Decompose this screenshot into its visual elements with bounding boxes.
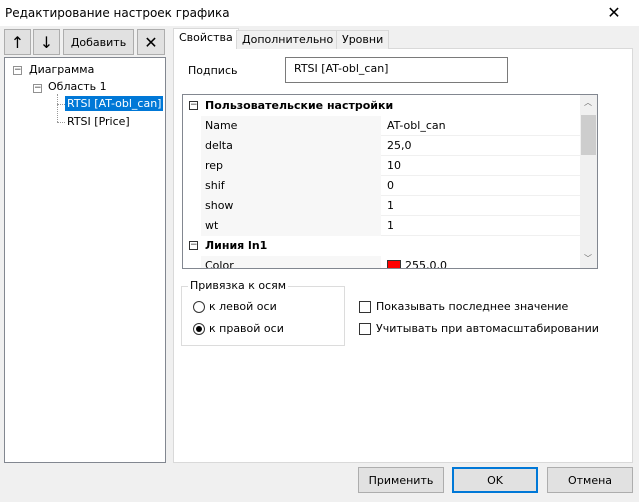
property-row[interactable]: Name AT-obl_can [201, 116, 581, 136]
scroll-down-icon[interactable]: ﹀ [584, 253, 592, 264]
caption-label: Подпись [188, 64, 238, 77]
show-last-value-label[interactable]: Показывать последнее значение [376, 300, 568, 313]
autoscale-checkbox[interactable] [359, 323, 371, 335]
title-bar: Редактирование настроек графика ✕ [0, 0, 639, 26]
tab-properties[interactable]: Свойства [173, 28, 239, 49]
collapse-icon[interactable]: − [13, 66, 22, 75]
property-row[interactable]: shif 0 [201, 176, 581, 196]
caption-input[interactable]: RTSI [AT-obl_can] [285, 57, 508, 83]
add-button[interactable]: Добавить [63, 29, 134, 55]
move-down-button[interactable]: ↓ [33, 29, 60, 55]
axis-group-title: Привязка к осям [188, 279, 289, 292]
right-axis-radio[interactable] [193, 323, 205, 335]
left-axis-radio[interactable] [193, 301, 205, 313]
window-title: Редактирование настроек графика [5, 6, 230, 20]
property-row[interactable]: delta 25,0 [201, 136, 581, 156]
left-axis-label[interactable]: к левой оси [209, 300, 277, 313]
property-row[interactable]: Color 255,0,0 [201, 256, 581, 268]
scrollbar[interactable]: ︿ ﹀ [580, 95, 597, 268]
collapse-icon[interactable]: − [33, 84, 42, 93]
arrow-up-icon: ↑ [10, 32, 25, 52]
property-grid: − Пользовательские настройки Name AT-obl_… [182, 94, 598, 269]
tree-item-series[interactable]: RTSI [AT-obl_can] [65, 96, 164, 111]
property-row[interactable]: show 1 [201, 196, 581, 216]
autoscale-label[interactable]: Учитывать при автомасштабировании [376, 322, 599, 335]
tree-item-diagram[interactable]: Диаграмма [29, 63, 94, 76]
arrow-down-icon: ↓ [39, 32, 54, 52]
scroll-up-icon[interactable]: ︿ [584, 97, 592, 108]
color-swatch [387, 260, 401, 268]
tab-advanced[interactable]: Дополнительно [236, 30, 340, 49]
tree-item-area[interactable]: Область 1 [48, 80, 107, 93]
close-icon[interactable]: ✕ [604, 3, 624, 22]
show-last-value-checkbox[interactable] [359, 301, 371, 313]
ok-button[interactable]: OK [452, 467, 538, 493]
move-up-button[interactable]: ↑ [4, 29, 31, 55]
cancel-button[interactable]: Отмена [547, 467, 633, 493]
right-axis-label[interactable]: к правой оси [209, 322, 284, 335]
tab-levels[interactable]: Уровни [336, 30, 390, 49]
group-header: Линия ln1 [205, 239, 268, 252]
apply-button[interactable]: Применить [358, 467, 444, 493]
tree-item-series[interactable]: RTSI [Price] [67, 115, 130, 128]
chart-tree[interactable]: − Диаграмма − Область 1 RTSI [AT-obl_can… [4, 57, 166, 463]
group-header: Пользовательские настройки [205, 99, 394, 112]
delete-icon: ✕ [144, 32, 158, 52]
axis-group [181, 286, 345, 346]
delete-button[interactable]: ✕ [137, 29, 165, 55]
property-row[interactable]: wt 1 [201, 216, 581, 236]
property-row[interactable]: rep 10 [201, 156, 581, 176]
scroll-thumb[interactable] [581, 115, 596, 155]
